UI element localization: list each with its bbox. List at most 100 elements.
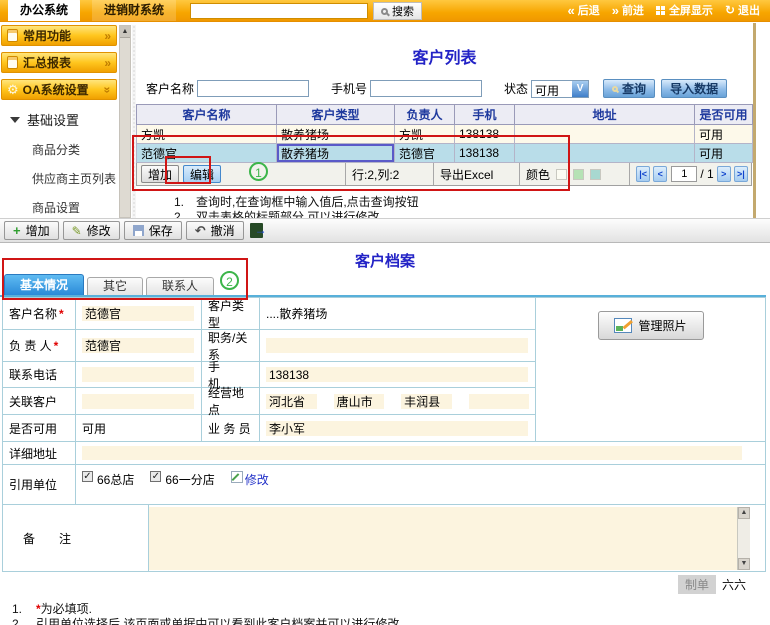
customer-profile-panel: 客户档案 基本情况 其它 联系人 客户名称* 范德官 客户类型 ....散养猪场 xyxy=(0,243,770,593)
col-header-address[interactable]: 地址 xyxy=(515,105,695,125)
refunit-edit-link[interactable]: 修改 xyxy=(245,471,269,488)
table-row[interactable]: 方凯 散养猪场 方凯 138138 可用 xyxy=(137,125,753,144)
col-header-phone[interactable]: 手机 xyxy=(455,105,515,125)
cell-type-selected[interactable]: 散养猪场 xyxy=(277,144,395,163)
checkbox-store-branch[interactable]: ✓ xyxy=(150,471,161,482)
pager-page-input[interactable] xyxy=(671,166,697,182)
table-header-row: 客户名称 客户类型 负责人 手机 地址 是否可用 xyxy=(137,105,753,125)
filter-phone-input[interactable] xyxy=(370,80,482,97)
col-header-name[interactable]: 客户名称 xyxy=(137,105,277,125)
sidebar-item-supplier-list[interactable]: 供应商主页列表 xyxy=(0,164,118,193)
manage-photos-label: 管理照片 xyxy=(638,317,686,334)
query-button[interactable]: 查询 xyxy=(603,79,655,98)
form-icon xyxy=(7,29,18,42)
duty-input[interactable] xyxy=(266,338,528,353)
footnote-text: 为必填项. xyxy=(41,602,92,616)
province-input[interactable]: 河北省 xyxy=(266,394,317,409)
field-label-refunit: 引用单位 xyxy=(3,465,76,505)
tab-office-system[interactable]: 办公系统 xyxy=(8,0,80,21)
cell-type[interactable]: 散养猪场 xyxy=(277,125,395,144)
remark-scrollbar[interactable]: ▲ ▼ xyxy=(737,507,750,570)
global-search-button[interactable]: 搜索 xyxy=(373,2,422,20)
sidebar-section-label: 常用功能 xyxy=(23,27,71,44)
field-type-value[interactable]: ....散养猪场 xyxy=(260,298,536,330)
nav-fullscreen-button[interactable]: 全屏显示 xyxy=(656,2,713,18)
nav-exit-label: 退出 xyxy=(738,2,760,18)
city-input[interactable]: 唐山市 xyxy=(334,394,385,409)
nav-exit-button[interactable]: ↻ 退出 xyxy=(725,2,760,18)
cell-enabled[interactable]: 可用 xyxy=(695,125,753,144)
nav-forward-button[interactable]: » 前进 xyxy=(612,2,644,18)
cell-enabled[interactable]: 可用 xyxy=(695,144,753,163)
address-input[interactable] xyxy=(82,446,742,460)
salesman-input[interactable]: 李小军 xyxy=(266,421,528,436)
pager-prev-button[interactable]: < xyxy=(653,166,667,182)
top-nav: « 后退 » 前进 全屏显示 ↻ 退出 xyxy=(567,2,770,21)
table-row-selected[interactable]: 范德官 散养猪场 范德官 138138 可用 xyxy=(137,144,753,163)
mobile-input[interactable]: 138138 xyxy=(266,367,528,382)
owner-input[interactable]: 范德官 xyxy=(82,338,194,353)
toolbar-modify-button[interactable]: ✎ 修改 xyxy=(63,221,120,240)
cell-phone[interactable]: 138138 xyxy=(455,125,515,144)
magnifier-icon xyxy=(381,8,388,15)
double-left-arrow-icon: « xyxy=(567,5,574,16)
label-text: 客户名称 xyxy=(9,305,57,322)
filter-name-input[interactable] xyxy=(197,80,309,97)
help-notes: 1.查询时,在查询框中输入值后,点击查询按钮 2.双击表格的标题部分,可以进行修… xyxy=(174,195,753,220)
toolbar-add-button[interactable]: + 增加 xyxy=(4,221,59,240)
cell-phone[interactable]: 138138 xyxy=(455,144,515,163)
customer-table: 客户名称 客户类型 负责人 手机 地址 是否可用 方凯 散养猪场 方凯 1381… xyxy=(136,104,753,163)
grid-edit-button[interactable]: 编辑 xyxy=(183,165,221,183)
export-excel-button[interactable]: 导出Excel xyxy=(433,163,519,185)
status-select[interactable]: 可用 V xyxy=(531,80,589,98)
dropdown-arrow-icon[interactable]: V xyxy=(572,81,588,97)
sidebar-section-label: 汇总报表 xyxy=(23,54,71,71)
pager-next-button[interactable]: > xyxy=(717,166,731,182)
tab-contacts[interactable]: 联系人 xyxy=(146,277,214,295)
pager-first-button[interactable]: |< xyxy=(636,166,650,182)
checkbox-store-main[interactable]: ✓ xyxy=(82,471,93,482)
top-bar: 办公系统 进销财系统 搜索 « 后退 » 前进 全屏显示 ↻ 退出 xyxy=(0,0,770,22)
manage-photos-button[interactable]: 管理照片 xyxy=(598,311,704,340)
toolbar-undo-button[interactable]: ↶ 撤消 xyxy=(186,221,244,240)
save-disk-icon xyxy=(133,225,144,236)
global-search-input[interactable] xyxy=(190,3,368,19)
cell-name[interactable]: 范德官 xyxy=(137,144,277,163)
grid-add-button[interactable]: 增加 xyxy=(141,165,179,183)
tab-basic-info[interactable]: 基本情况 xyxy=(4,274,84,295)
remark-textarea[interactable]: ▲ ▼ xyxy=(149,507,750,570)
cell-address[interactable] xyxy=(515,125,695,144)
toolbar-save-button[interactable]: 保存 xyxy=(124,221,182,240)
exit-door-icon[interactable] xyxy=(250,223,263,238)
scroll-up-arrow-icon[interactable]: ▲ xyxy=(738,507,750,519)
tel-input[interactable] xyxy=(82,367,194,382)
sidebar-scrollbar[interactable]: ▲ xyxy=(119,25,131,218)
tab-other[interactable]: 其它 xyxy=(87,277,143,295)
import-data-button[interactable]: 导入数据 xyxy=(661,79,727,98)
pager-last-button[interactable]: >| xyxy=(734,166,748,182)
filter-row: 客户名称 手机号 状态 可用 V 查询 导入数据 xyxy=(146,79,753,98)
sidebar-group-basic-settings[interactable]: 基础设置 xyxy=(0,106,118,135)
sidebar-section-oa-settings[interactable]: ⚙ OA系统设置 » xyxy=(1,79,117,100)
tab-erp-system[interactable]: 进销财系统 xyxy=(92,0,176,21)
cell-owner[interactable]: 范德官 xyxy=(395,144,455,163)
town-input[interactable] xyxy=(469,394,529,409)
field-enabled-value[interactable]: 可用 xyxy=(76,415,202,442)
related-customer-input[interactable] xyxy=(82,394,194,409)
col-header-enabled[interactable]: 是否可用 xyxy=(695,105,753,125)
sidebar-section-reports[interactable]: 汇总报表 » xyxy=(1,52,117,73)
nav-back-button[interactable]: « 后退 xyxy=(567,2,599,18)
cell-owner[interactable]: 方凯 xyxy=(395,125,455,144)
county-input[interactable]: 丰润县 xyxy=(401,394,452,409)
scroll-down-arrow-icon[interactable]: ▼ xyxy=(738,558,750,570)
col-header-type[interactable]: 客户类型 xyxy=(277,105,395,125)
sidebar-section-common[interactable]: 常用功能 » xyxy=(1,25,117,46)
sidebar-item-product-category[interactable]: 商品分类 xyxy=(0,135,118,164)
scroll-up-arrow-icon[interactable]: ▲ xyxy=(120,26,130,38)
col-header-owner[interactable]: 负责人 xyxy=(395,105,455,125)
plus-icon: + xyxy=(13,225,21,237)
cell-address[interactable] xyxy=(515,144,695,163)
cell-name[interactable]: 方凯 xyxy=(137,125,277,144)
name-input[interactable]: 范德官 xyxy=(82,306,194,321)
sidebar-group-label: 基础设置 xyxy=(27,110,79,129)
